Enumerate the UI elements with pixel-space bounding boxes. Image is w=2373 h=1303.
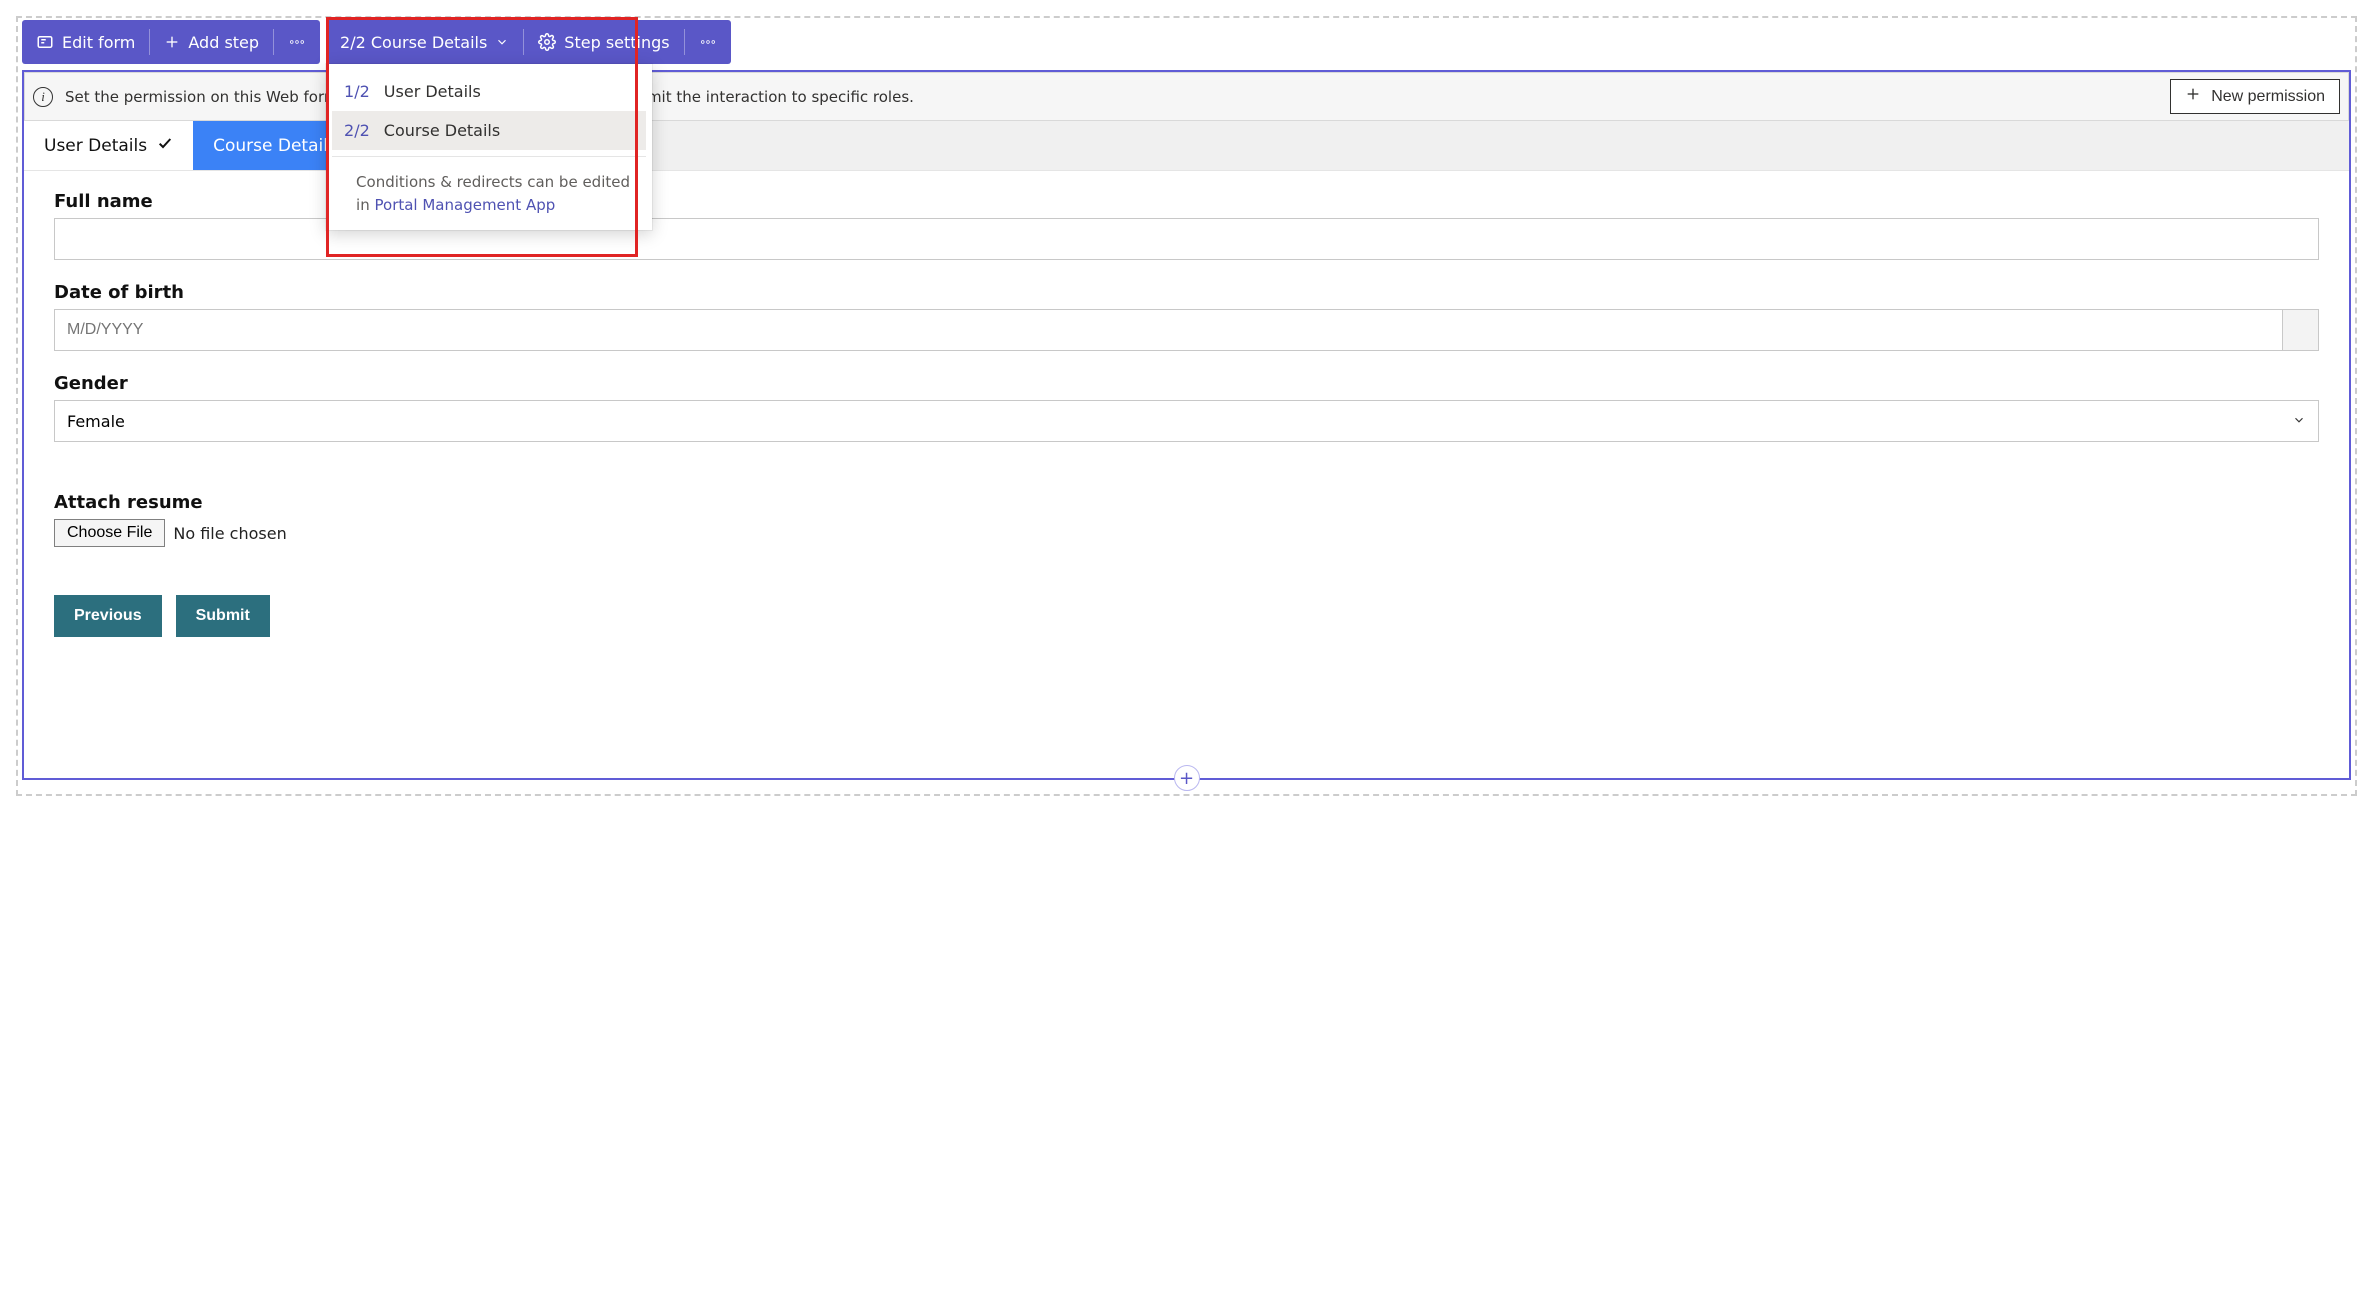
more-form-button[interactable] <box>274 20 320 64</box>
portal-management-link[interactable]: Portal Management App <box>375 196 556 214</box>
step-option-label: Course Details <box>384 121 500 140</box>
check-icon <box>157 135 173 156</box>
field-attach-resume: Attach resume Choose File No file chosen <box>54 492 2319 547</box>
field-date-of-birth: Date of birth <box>54 282 2319 351</box>
more-icon <box>288 33 306 51</box>
new-permission-button[interactable]: New permission <box>2170 79 2340 114</box>
step-option-course-details[interactable]: 2/2 Course Details <box>332 111 646 150</box>
gender-label: Gender <box>54 373 2319 394</box>
toolbar-group-form: Edit form Add step <box>22 20 320 64</box>
field-gender: Gender Female <box>54 373 2319 442</box>
dob-input[interactable] <box>54 309 2283 351</box>
more-icon <box>699 33 717 51</box>
form-body: Full name Date of birth Gender Female At… <box>24 171 2349 659</box>
editor-canvas: Edit form Add step 2/2 Course Details St… <box>16 16 2357 796</box>
more-step-button[interactable] <box>685 20 731 64</box>
tab-label: User Details <box>44 136 147 156</box>
submit-button[interactable]: Submit <box>176 595 270 637</box>
step-option-label: User Details <box>384 82 481 101</box>
plus-icon <box>164 34 180 50</box>
gender-select[interactable]: Female <box>54 400 2319 442</box>
add-step-button[interactable]: Add step <box>150 20 273 64</box>
new-permission-label: New permission <box>2211 88 2325 106</box>
edit-form-label: Edit form <box>62 33 135 52</box>
dropdown-footer: Conditions & redirects can be edited in … <box>332 156 646 216</box>
step-dropdown-panel: 1/2 User Details 2/2 Course Details Cond… <box>326 64 652 230</box>
file-status: No file chosen <box>173 524 286 543</box>
step-dropdown-button[interactable]: 2/2 Course Details <box>326 20 523 64</box>
chevron-down-icon <box>2292 412 2306 431</box>
step-dropdown-label: 2/2 Course Details <box>340 33 487 52</box>
dob-picker-button[interactable] <box>2283 309 2319 351</box>
toolbar: Edit form Add step 2/2 Course Details St… <box>22 20 2351 64</box>
tab-label: Course Details <box>213 136 337 156</box>
gender-value: Female <box>67 412 125 431</box>
dob-label: Date of birth <box>54 282 2319 303</box>
gear-icon <box>538 33 556 51</box>
step-index: 2/2 <box>344 121 370 140</box>
form-actions: Previous Submit <box>54 595 2319 649</box>
tab-user-details[interactable]: User Details <box>24 121 193 170</box>
chevron-down-icon <box>495 35 509 49</box>
add-step-label: Add step <box>188 33 259 52</box>
step-option-user-details[interactable]: 1/2 User Details <box>332 72 646 111</box>
plus-icon <box>2185 86 2201 107</box>
step-index: 1/2 <box>344 82 370 101</box>
resume-label: Attach resume <box>54 492 2319 513</box>
edit-form-button[interactable]: Edit form <box>22 20 149 64</box>
info-text-post: limit the interaction to specific roles. <box>639 88 914 106</box>
previous-button[interactable]: Previous <box>54 595 162 637</box>
step-settings-button[interactable]: Step settings <box>524 20 683 64</box>
step-settings-label: Step settings <box>564 33 669 52</box>
add-section-handle[interactable]: + <box>1174 765 1200 791</box>
choose-file-button[interactable]: Choose File <box>54 519 165 547</box>
info-icon: i <box>33 87 53 107</box>
toolbar-group-step: 2/2 Course Details Step settings 1/2 Use… <box>326 20 731 64</box>
form-icon <box>36 33 54 51</box>
